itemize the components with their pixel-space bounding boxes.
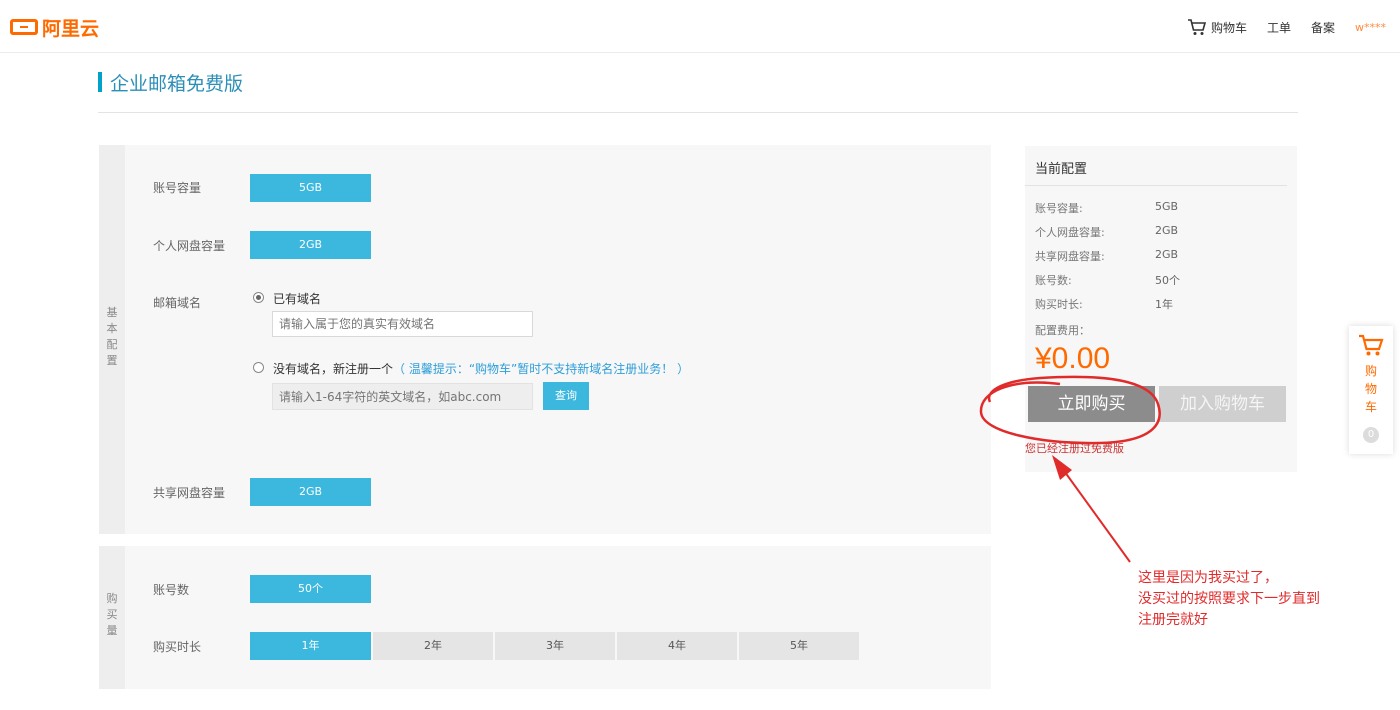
has-domain-radio[interactable] — [253, 292, 264, 303]
domain-label: 邮箱域名 — [153, 296, 202, 310]
floating-cart-char: 物 — [1364, 382, 1377, 396]
basic-config-side: 基 本 配 置 — [99, 145, 125, 534]
fee-label: 配置费用： — [1035, 324, 1090, 337]
nav-record[interactable]: 备案 — [1311, 19, 1335, 36]
floating-cart-char: 购 — [1364, 364, 1377, 378]
purchase-side: 购 买 量 — [99, 546, 125, 689]
nav-user[interactable]: w**** — [1355, 21, 1386, 34]
price: ¥0.00 — [1035, 342, 1111, 375]
side-char: 配 — [106, 338, 118, 351]
page-title: 企业邮箱免费版 — [98, 71, 244, 95]
annotation-line: 没买过的按照要求下一步直到 — [1138, 591, 1320, 607]
top-bar: 阿里云 购物车 工单 备案 w**** — [0, 0, 1400, 53]
logo-mark-icon — [10, 19, 38, 35]
summary-row-value: 2GB — [1155, 248, 1179, 261]
query-button[interactable]: 查询 — [543, 382, 589, 410]
summary-row-label: 账号数: — [1035, 274, 1072, 287]
summary-row-label: 共享网盘容量: — [1035, 250, 1105, 263]
summary-row-label: 账号容量: — [1035, 202, 1083, 215]
cart-icon — [1359, 334, 1384, 356]
side-char: 量 — [106, 624, 118, 637]
side-char: 本 — [106, 322, 118, 335]
summary-title: 当前配置 — [1035, 162, 1088, 177]
account-count-label: 账号数 — [153, 583, 190, 597]
summary-row-value: 2GB — [1155, 224, 1179, 237]
current-config-panel: 当前配置 账号容量: 5GB 个人网盘容量: 2GB 共享网盘容量: 2GB 账… — [1025, 146, 1297, 472]
nav-ticket[interactable]: 工单 — [1267, 19, 1291, 36]
title-divider — [98, 112, 1298, 113]
nav-cart[interactable]: 购物车 — [1187, 18, 1247, 36]
logo-text: 阿里云 — [42, 17, 100, 40]
cart-icon — [1187, 19, 1207, 35]
summary-row-label: 个人网盘容量: — [1035, 226, 1105, 239]
annotation-line: 这里是因为我买过了， — [1138, 570, 1278, 586]
duration-option-1[interactable]: 1年 — [250, 632, 371, 660]
has-domain-input[interactable] — [272, 311, 533, 337]
shared-disk-label: 共享网盘容量 — [153, 486, 226, 500]
top-nav: 购物车 工单 备案 w**** — [1167, 18, 1386, 36]
annotation-arrow — [1061, 467, 1131, 563]
floating-cart[interactable]: 购 物 车 0 — [1349, 326, 1393, 454]
account-count-option[interactable]: 50个 — [250, 575, 371, 603]
nav-cart-label: 购物车 — [1210, 20, 1247, 35]
annotation-note: 这里是因为我买过了， 没买过的按照要求下一步直到 注册完就好 — [1138, 568, 1320, 631]
duration-option-3[interactable]: 3年 — [495, 632, 615, 660]
no-domain-text: 没有域名，新注册一个 — [273, 362, 394, 376]
side-char: 置 — [106, 354, 118, 367]
account-capacity-label: 账号容量 — [153, 181, 202, 195]
side-char: 购 — [106, 592, 118, 605]
summary-row-value: 1年 — [1155, 298, 1173, 311]
personal-disk-option[interactable]: 2GB — [250, 231, 371, 259]
duration-option-2[interactable]: 2年 — [373, 632, 493, 660]
page-title-text: 企业邮箱免费版 — [110, 72, 244, 95]
duration-option-4[interactable]: 4年 — [617, 632, 737, 660]
personal-disk-label: 个人网盘容量 — [153, 239, 226, 253]
summary-divider — [1025, 185, 1287, 186]
purchase-panel: 购 买 量 账号数 50个 购买时长 1年 2年 3年 4年 5年 — [99, 546, 991, 689]
add-to-cart-button[interactable]: 加入购物车 — [1159, 386, 1286, 422]
basic-config-panel: 基 本 配 置 账号容量 5GB 个人网盘容量 2GB 邮箱域名 已有域名 没有… — [99, 145, 991, 534]
side-char: 买 — [106, 608, 118, 621]
account-capacity-option[interactable]: 5GB — [250, 174, 371, 202]
aliyun-logo[interactable]: 阿里云 — [10, 15, 100, 40]
no-domain-label[interactable]: 没有域名，新注册一个（ 温馨提示：“购物车”暂时不支持新域名注册业务！ ） — [273, 360, 689, 377]
summary-row-value: 5GB — [1155, 200, 1179, 213]
shared-disk-option[interactable]: 2GB — [250, 478, 371, 506]
summary-row-label: 购买时长: — [1035, 298, 1083, 311]
annotation-line: 注册完就好 — [1138, 612, 1208, 628]
side-char: 基 — [106, 306, 118, 319]
title-accent-bar — [98, 72, 102, 92]
new-domain-input[interactable] — [272, 383, 533, 410]
floating-cart-char: 车 — [1364, 400, 1377, 414]
duration-label: 购买时长 — [153, 640, 202, 654]
domain-hint: （ 温馨提示：“购物车”暂时不支持新域名注册业务！ ） — [393, 362, 690, 376]
duration-option-5[interactable]: 5年 — [739, 632, 859, 660]
cart-count-badge: 0 — [1363, 427, 1379, 443]
registered-notice: 您已经注册过免费版 — [1025, 442, 1124, 455]
summary-row-value: 50个 — [1155, 274, 1180, 287]
floating-cart-label: 购 物 车 — [1349, 362, 1393, 416]
no-domain-radio[interactable] — [253, 362, 264, 373]
has-domain-label[interactable]: 已有域名 — [273, 290, 321, 307]
buy-now-button[interactable]: 立即购买 — [1028, 386, 1155, 422]
